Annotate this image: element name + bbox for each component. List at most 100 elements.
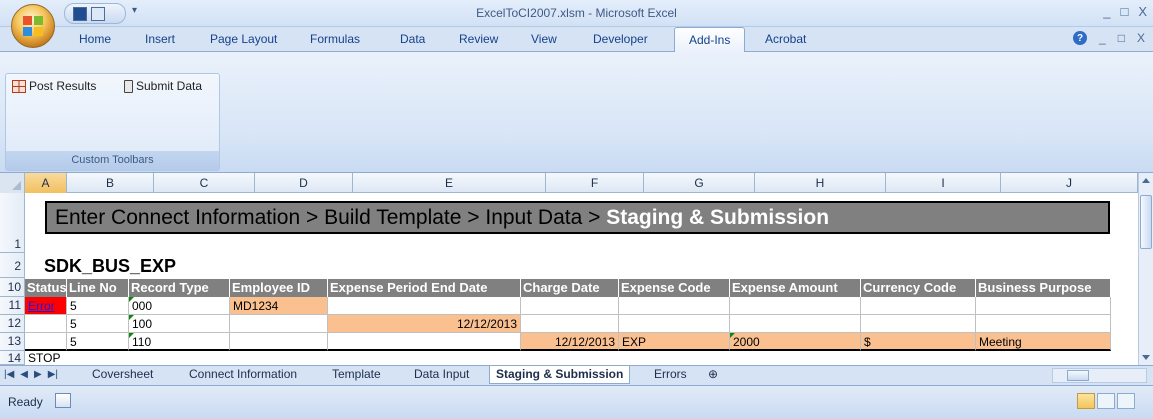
tab-add-ins[interactable]: Add-Ins <box>674 27 746 53</box>
header-employee-id[interactable]: Employee ID <box>230 279 328 297</box>
column-header-j[interactable]: J <box>1001 173 1138 193</box>
table-cell[interactable] <box>25 315 67 333</box>
cell-charge-date[interactable]: 12/12/2013 <box>521 333 619 351</box>
cell-employee-id[interactable]: MD1234 <box>230 297 328 315</box>
sheet-tab-template[interactable]: Template <box>326 366 387 384</box>
post-results-button[interactable]: Post Results <box>12 79 96 93</box>
row-header-14[interactable]: 14 <box>0 351 25 365</box>
column-header-i[interactable]: I <box>886 173 1001 193</box>
worksheet-grid[interactable]: Enter Connect Information > Build Templa… <box>25 193 1137 365</box>
row-header-10[interactable]: 10 <box>0 278 25 297</box>
table-cell[interactable] <box>976 297 1111 315</box>
table-cell[interactable] <box>521 297 619 315</box>
table-cell[interactable] <box>230 333 328 351</box>
page-layout-view-button[interactable] <box>1097 393 1115 409</box>
macro-record-icon[interactable] <box>55 393 71 408</box>
row-header-1[interactable]: 1 <box>0 193 25 253</box>
sheet-tab-staging-submission[interactable]: Staging & Submission <box>489 366 631 384</box>
tab-page-layout[interactable]: Page Layout <box>210 32 277 46</box>
vertical-scrollbar[interactable] <box>1138 173 1153 365</box>
scroll-up-icon[interactable] <box>1142 178 1150 183</box>
row-header-13[interactable]: 13 <box>0 333 25 351</box>
column-header-c[interactable]: C <box>154 173 255 193</box>
scroll-down-icon[interactable] <box>1142 355 1150 360</box>
help-icon[interactable]: ? <box>1073 31 1088 45</box>
cell-stop[interactable]: STOP <box>25 351 87 365</box>
table-cell[interactable] <box>230 315 328 333</box>
horizontal-scroll-thumb[interactable] <box>1067 370 1089 381</box>
column-header-d[interactable]: D <box>255 173 353 193</box>
vertical-scroll-thumb[interactable] <box>1140 195 1152 249</box>
tab-acrobat[interactable]: Acrobat <box>765 32 806 46</box>
minimize-button[interactable]: _ <box>1103 4 1110 19</box>
maximize-button[interactable]: □ <box>1120 4 1128 19</box>
sheet-tab-data-input[interactable]: Data Input <box>408 366 475 384</box>
office-button[interactable] <box>11 4 55 48</box>
table-cell[interactable] <box>730 297 861 315</box>
sheet-tab-coversheet[interactable]: Coversheet <box>86 366 159 384</box>
ribbon-minimize-button[interactable]: _ <box>1099 31 1106 45</box>
tab-data[interactable]: Data <box>400 32 425 46</box>
last-sheet-icon[interactable]: ▶| <box>48 369 58 380</box>
table-cell[interactable] <box>861 297 976 315</box>
cell-record-type[interactable]: 110 <box>129 333 230 351</box>
header-line-no[interactable]: Line No <box>67 279 129 297</box>
horizontal-scrollbar[interactable] <box>1052 368 1147 383</box>
table-cell[interactable] <box>619 315 730 333</box>
error-link[interactable]: Error <box>28 299 55 313</box>
sheet-tab-connect-information[interactable]: Connect Information <box>183 366 303 384</box>
header-record-type[interactable]: Record Type <box>129 279 230 297</box>
next-sheet-icon[interactable]: ▶ <box>34 369 42 380</box>
cell-line-no[interactable]: 5 <box>67 315 129 333</box>
tab-review[interactable]: Review <box>459 32 498 46</box>
table-cell[interactable] <box>619 297 730 315</box>
cell-expense-amount[interactable]: 2000 <box>730 333 861 351</box>
cell-record-type[interactable]: 000 <box>129 297 230 315</box>
tab-view[interactable]: View <box>531 32 557 46</box>
first-sheet-icon[interactable]: |◀ <box>4 369 14 380</box>
header-expense-amount[interactable]: Expense Amount <box>730 279 861 297</box>
row-header-2[interactable]: 2 <box>0 253 25 278</box>
row-header-12[interactable]: 12 <box>0 315 25 333</box>
cell-business-purpose[interactable]: Meeting <box>976 333 1111 351</box>
select-all-corner[interactable] <box>0 173 25 193</box>
column-header-g[interactable]: G <box>644 173 755 193</box>
page-break-view-button[interactable] <box>1117 393 1135 409</box>
close-button[interactable]: X <box>1138 4 1147 19</box>
header-currency-code[interactable]: Currency Code <box>861 279 976 297</box>
column-header-a[interactable]: A <box>25 173 67 193</box>
column-header-f[interactable]: F <box>546 173 644 193</box>
submit-data-button[interactable]: Submit Data <box>124 79 202 93</box>
table-cell[interactable] <box>328 297 521 315</box>
table-cell[interactable] <box>861 315 976 333</box>
row-header-11[interactable]: 11 <box>0 297 25 315</box>
cell-expense-period-end-date[interactable]: 12/12/2013 <box>328 315 521 333</box>
cell-record-type[interactable]: 100 <box>129 315 230 333</box>
table-cell[interactable] <box>730 315 861 333</box>
column-header-e[interactable]: E <box>353 173 546 193</box>
cell-status-error[interactable]: Error <box>25 297 67 315</box>
tab-insert[interactable]: Insert <box>145 32 175 46</box>
tab-home[interactable]: Home <box>79 32 111 46</box>
header-status[interactable]: Status <box>25 279 67 297</box>
sheet-tab-errors[interactable]: Errors <box>648 366 693 384</box>
header-business-purpose[interactable]: Business Purpose <box>976 279 1111 297</box>
cell-line-no[interactable]: 5 <box>67 333 129 351</box>
prev-sheet-icon[interactable]: ◀ <box>20 369 28 380</box>
column-header-b[interactable]: B <box>67 173 154 193</box>
ribbon-restore-button[interactable]: □ <box>1118 31 1125 45</box>
header-charge-date[interactable]: Charge Date <box>521 279 619 297</box>
table-cell[interactable] <box>976 315 1111 333</box>
cell-expense-code[interactable]: EXP <box>619 333 730 351</box>
cell-currency-code[interactable]: $ <box>861 333 976 351</box>
cell-line-no[interactable]: 5 <box>67 297 129 315</box>
table-cell[interactable] <box>25 333 67 351</box>
table-cell[interactable] <box>328 333 521 351</box>
tab-developer[interactable]: Developer <box>593 32 648 46</box>
tab-formulas[interactable]: Formulas <box>310 32 360 46</box>
insert-sheet-icon[interactable]: ⊕ <box>702 366 724 384</box>
column-header-h[interactable]: H <box>755 173 886 193</box>
ribbon-close-button[interactable]: X <box>1137 31 1145 45</box>
normal-view-button[interactable] <box>1077 393 1095 409</box>
header-expense-period-end-date[interactable]: Expense Period End Date <box>328 279 521 297</box>
